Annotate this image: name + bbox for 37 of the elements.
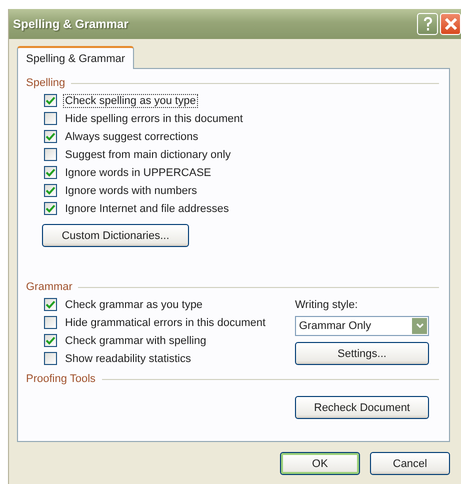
checkbox-label[interactable]: Suggest from main dictionary only (63, 148, 233, 162)
group-heading: Proofing Tools (26, 373, 96, 385)
writing-style-dropdown[interactable]: Grammar Only (295, 316, 429, 336)
field-label: Writing style: (295, 299, 359, 311)
checkbox[interactable] (44, 202, 57, 215)
checkbox-label[interactable]: Check grammar with spelling (63, 334, 208, 348)
checkbox-label[interactable]: Ignore Internet and file addresses (63, 202, 231, 216)
custom-dictionaries-button[interactable]: Custom Dictionaries... (42, 224, 189, 247)
checkbox[interactable] (44, 166, 57, 179)
checkbox-label[interactable]: Ignore words in UPPERCASE (63, 166, 214, 180)
checkbox-label[interactable]: Hide spelling errors in this document (63, 112, 245, 126)
recheck-document-button[interactable]: Recheck Document (295, 396, 429, 419)
close-icon (444, 17, 458, 31)
checkbox-label[interactable]: Show readability statistics (63, 352, 193, 366)
group-heading: Spelling (26, 77, 66, 89)
checkbox-label[interactable]: Check spelling as you type (63, 94, 198, 108)
tab[interactable]: Spelling & Grammar (17, 46, 134, 69)
help-button[interactable] (417, 13, 438, 35)
checkbox[interactable] (44, 148, 57, 161)
checkbox[interactable] (44, 94, 57, 107)
group-heading: Grammar (26, 281, 72, 293)
checkbox[interactable] (44, 130, 57, 143)
checkbox-label[interactable]: Ignore words with numbers (63, 184, 200, 198)
checkbox[interactable] (44, 112, 57, 125)
checkbox[interactable] (44, 334, 57, 347)
dialog-button[interactable]: Cancel (370, 452, 450, 475)
checkbox[interactable] (44, 184, 57, 197)
settings-button[interactable]: Settings... (295, 342, 429, 365)
checkbox[interactable] (44, 316, 57, 329)
checkbox[interactable] (44, 298, 57, 311)
close-button[interactable] (440, 13, 461, 35)
window-title: Spelling & Grammar (13, 17, 128, 31)
checkbox-label[interactable]: Always suggest corrections (63, 130, 200, 144)
checkbox[interactable] (44, 352, 57, 365)
dialog-button[interactable]: OK (280, 452, 360, 475)
checkbox-label[interactable]: Check grammar as you type (63, 298, 205, 312)
checkbox-label[interactable]: Hide grammatical errors in this document (63, 316, 268, 330)
